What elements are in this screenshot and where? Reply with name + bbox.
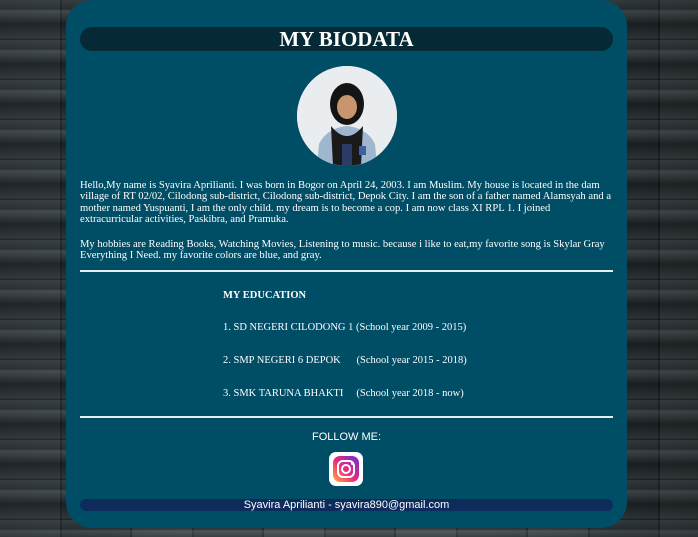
follow-me-label: FOLLOW ME: <box>311 431 382 443</box>
education-item: 1. SD NEGERI CILODONG 1 (School year 200… <box>223 322 467 333</box>
education-item: 2. SMP NEGERI 6 DEPOK (School year 2015 … <box>223 355 467 366</box>
divider <box>80 416 613 418</box>
page-title: MY BIODATA <box>80 27 613 51</box>
divider <box>80 270 613 272</box>
profile-photo <box>297 66 397 166</box>
footer-contact: Syavira Aprilianti - syavira890@gmail.co… <box>80 499 613 511</box>
education-heading: MY EDUCATION <box>223 290 307 301</box>
instagram-icon <box>333 456 359 482</box>
bio-paragraph-2: My hobbies are Reading Books, Watching M… <box>80 239 605 262</box>
biodata-card: MY BIODATA Hello,My name is Syavira Apri… <box>66 0 627 528</box>
education-item: 3. SMK TARUNA BHAKTI (School year 2018 -… <box>223 388 464 399</box>
instagram-link[interactable] <box>329 452 363 486</box>
bio-paragraph-1: Hello,My name is Syavira Aprilianti. I w… <box>80 180 612 225</box>
profile-photo-illustration <box>297 66 397 166</box>
